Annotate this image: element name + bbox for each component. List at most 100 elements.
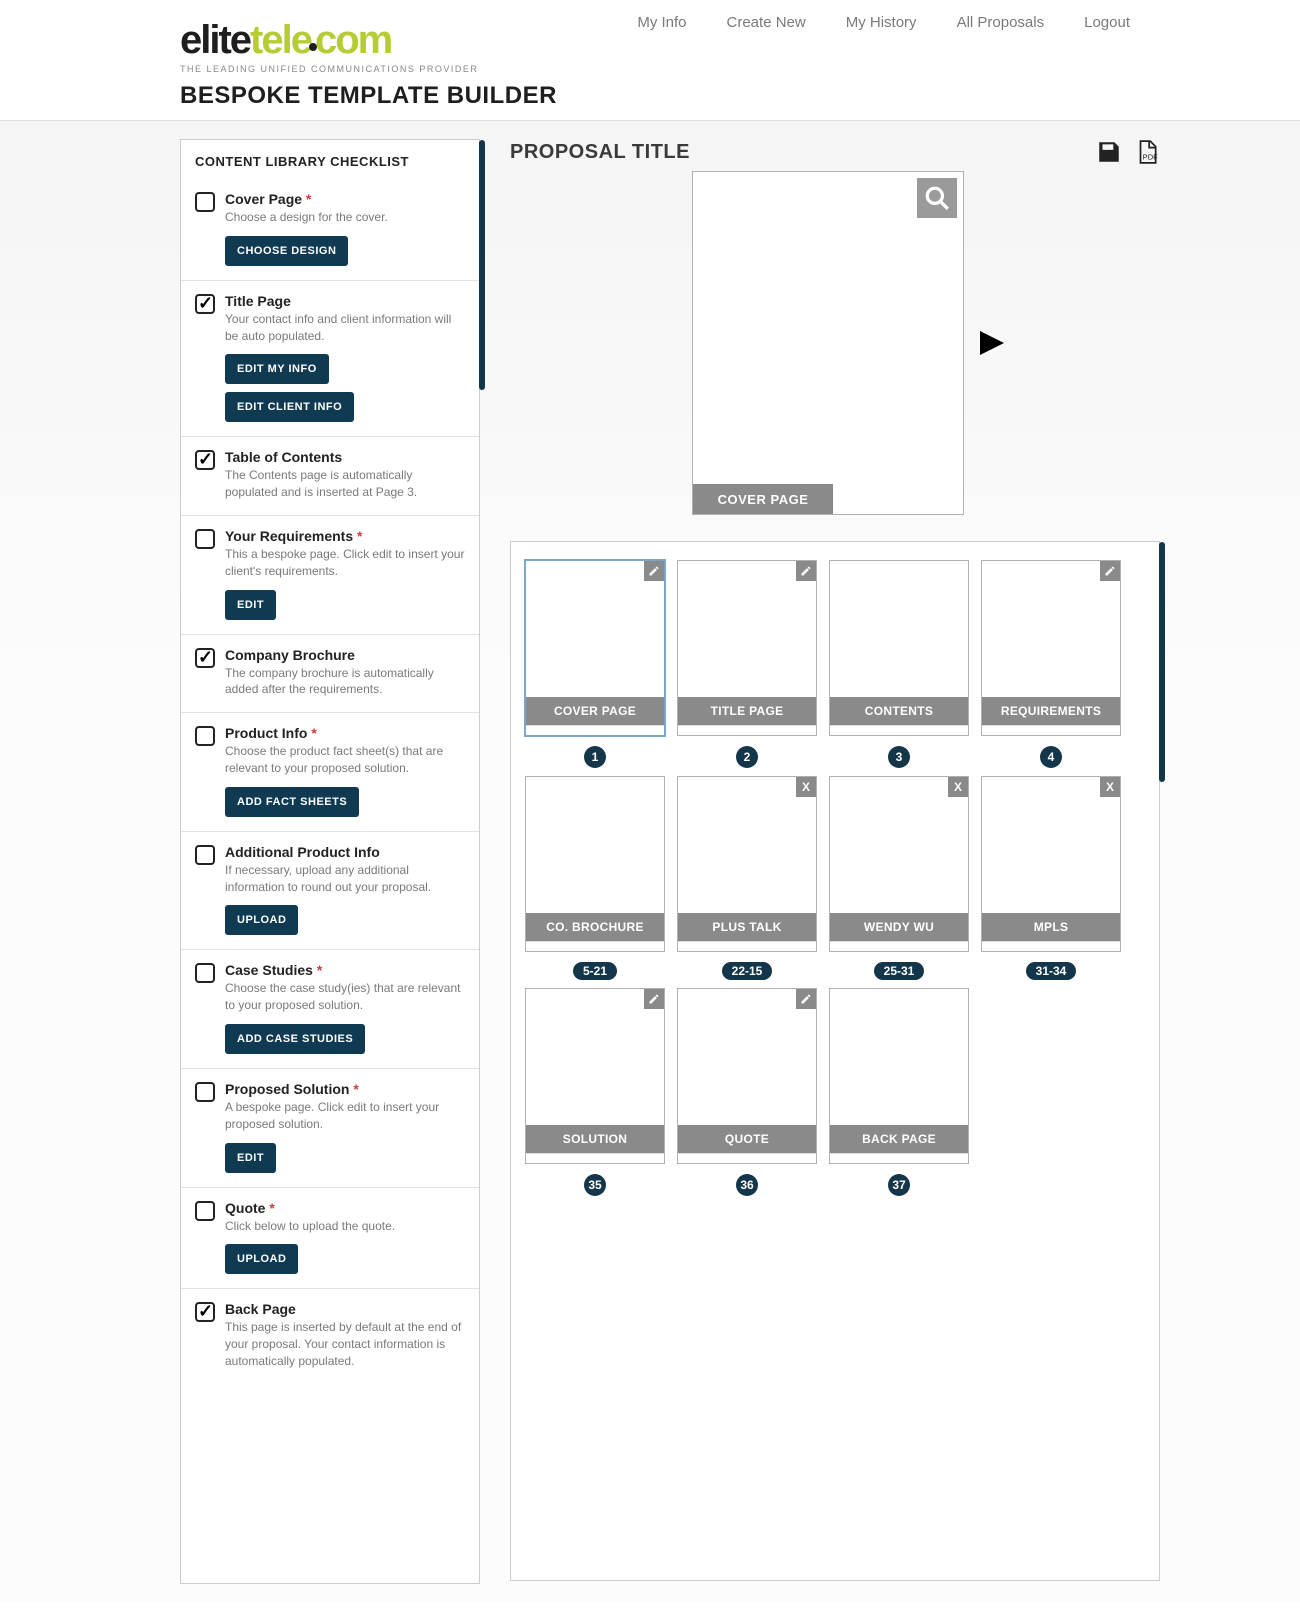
page-card-label: WENDY WU bbox=[830, 913, 968, 941]
pdf-icon[interactable]: PDF bbox=[1134, 139, 1160, 165]
next-arrow-icon[interactable] bbox=[980, 331, 1004, 355]
edit-button[interactable]: EDIT bbox=[225, 590, 276, 620]
nav-my-history[interactable]: My History bbox=[846, 14, 917, 31]
page-number-badge: 5-21 bbox=[573, 962, 617, 980]
edit-icon[interactable] bbox=[796, 561, 816, 581]
main-panel: PROPOSAL TITLE PDF COVER PAGE bbox=[510, 139, 1160, 1584]
page-card-label: REQUIREMENTS bbox=[982, 697, 1120, 725]
page-grid: COVER PAGE 1 TITLE PAGE 2 CONTENTS 3 REQUIREME… bbox=[510, 541, 1160, 1581]
checkbox[interactable] bbox=[195, 192, 215, 212]
page-card[interactable]: BACK PAGE bbox=[829, 988, 969, 1164]
checklist-desc: Choose the case study(ies) that are rele… bbox=[225, 980, 465, 1014]
page-number-badge: 1 bbox=[584, 746, 606, 768]
edit-client-info-button[interactable]: EDIT CLIENT INFO bbox=[225, 392, 354, 422]
checklist-title: Cover Page * bbox=[225, 191, 465, 207]
checklist-desc: This a bespoke page. Click edit to inser… bbox=[225, 546, 465, 580]
page-card[interactable]: X PLUS TALK bbox=[677, 776, 817, 952]
checkbox[interactable] bbox=[195, 529, 215, 549]
checklist-title: Table of Contents bbox=[225, 449, 465, 465]
checklist-desc: This page is inserted by default at the … bbox=[225, 1319, 465, 1369]
top-nav: My Info Create New My History All Proposals… bbox=[637, 14, 1130, 31]
page-card[interactable]: CONTENTS bbox=[829, 560, 969, 736]
page-number-badge: 2 bbox=[736, 746, 758, 768]
page-number-badge: 31-34 bbox=[1026, 962, 1077, 980]
close-icon[interactable]: X bbox=[796, 777, 816, 797]
page-number-badge: 3 bbox=[888, 746, 910, 768]
page-card[interactable]: TITLE PAGE bbox=[677, 560, 817, 736]
topbar: elitetelecom THE LEADING UNIFIED COMMUNI… bbox=[0, 0, 1300, 110]
close-icon[interactable]: X bbox=[948, 777, 968, 797]
checklist-title: Title Page bbox=[225, 293, 465, 309]
checklist-title: Quote * bbox=[225, 1200, 465, 1216]
page-number-badge: 37 bbox=[888, 1174, 910, 1196]
checklist-desc: The company brochure is automatically ad… bbox=[225, 665, 465, 699]
checkbox[interactable] bbox=[195, 450, 215, 470]
checklist-desc: Choose a design for the cover. bbox=[225, 209, 465, 226]
checklist-item: Cover Page * Choose a design for the cove… bbox=[181, 179, 479, 280]
checklist-item: Additional Product InfoIf necessary, upl… bbox=[181, 831, 479, 950]
page-card[interactable]: REQUIREMENTS bbox=[981, 560, 1121, 736]
checklist-desc: Click below to upload the quote. bbox=[225, 1218, 465, 1235]
nav-my-info[interactable]: My Info bbox=[637, 14, 686, 31]
edit-icon[interactable] bbox=[796, 989, 816, 1009]
checklist-desc: Choose the product fact sheet(s) that ar… bbox=[225, 743, 465, 777]
checkbox[interactable] bbox=[195, 648, 215, 668]
checklist-item: Back Page This page is inserted by defaul… bbox=[181, 1288, 479, 1383]
page-subtitle: BESPOKE TEMPLATE BUILDER bbox=[180, 82, 557, 110]
nav-create-new[interactable]: Create New bbox=[727, 14, 806, 31]
edit-icon[interactable] bbox=[1100, 561, 1120, 581]
page-number-badge: 36 bbox=[736, 1174, 758, 1196]
checklist-item: Table of ContentsThe Contents page is au… bbox=[181, 436, 479, 515]
nav-logout[interactable]: Logout bbox=[1084, 14, 1130, 31]
checkbox[interactable] bbox=[195, 963, 215, 983]
page-card[interactable]: QUOTE bbox=[677, 988, 817, 1164]
page-number-badge: 22-15 bbox=[722, 962, 773, 980]
checklist-title: Product Info * bbox=[225, 725, 465, 741]
sidebar-heading: CONTENT LIBRARY CHECKLIST bbox=[181, 140, 479, 179]
edit-button[interactable]: EDIT bbox=[225, 1143, 276, 1173]
checklist-title: Back Page bbox=[225, 1301, 465, 1317]
edit-icon[interactable] bbox=[644, 989, 664, 1009]
page-number-badge: 25-31 bbox=[874, 962, 925, 980]
add-case-studies-button[interactable]: ADD CASE STUDIES bbox=[225, 1024, 365, 1054]
sidebar: CONTENT LIBRARY CHECKLIST Cover Page * Ch… bbox=[180, 139, 480, 1584]
upload-button[interactable]: UPLOAD bbox=[225, 1244, 298, 1274]
checkbox[interactable] bbox=[195, 1302, 215, 1322]
nav-all-proposals[interactable]: All Proposals bbox=[957, 14, 1045, 31]
edit-icon[interactable] bbox=[644, 561, 664, 581]
logo: elitetelecom bbox=[180, 20, 557, 60]
checkbox[interactable] bbox=[195, 845, 215, 865]
save-icon[interactable] bbox=[1096, 139, 1122, 165]
choose-design-button[interactable]: CHOOSE DESIGN bbox=[225, 236, 348, 266]
checkbox[interactable] bbox=[195, 1201, 215, 1221]
page-card-label: TITLE PAGE bbox=[678, 697, 816, 725]
page-card-label: CO. BROCHURE bbox=[526, 913, 664, 941]
page-card[interactable]: COVER PAGE bbox=[525, 560, 665, 736]
checklist-item: Your Requirements *This a bespoke page. … bbox=[181, 515, 479, 634]
close-icon[interactable]: X bbox=[1100, 777, 1120, 797]
edit-my-info-button[interactable]: EDIT MY INFO bbox=[225, 354, 329, 384]
page-card[interactable]: X WENDY WU bbox=[829, 776, 969, 952]
checklist-desc: A bespoke page. Click edit to insert you… bbox=[225, 1099, 465, 1133]
checkbox[interactable] bbox=[195, 294, 215, 314]
page-card[interactable]: SOLUTION bbox=[525, 988, 665, 1164]
proposal-title: PROPOSAL TITLE bbox=[510, 141, 690, 164]
page-card[interactable]: CO. BROCHURE bbox=[525, 776, 665, 952]
upload-button[interactable]: UPLOAD bbox=[225, 905, 298, 935]
grid-scrollbar[interactable] bbox=[1159, 542, 1165, 782]
checkbox[interactable] bbox=[195, 1082, 215, 1102]
zoom-icon[interactable] bbox=[917, 178, 957, 218]
preview-label: COVER PAGE bbox=[693, 484, 833, 514]
checklist-item: Quote * Click below to upload the quote. U… bbox=[181, 1187, 479, 1289]
checklist-item: Title PageYour contact info and client i… bbox=[181, 280, 479, 437]
checkbox[interactable] bbox=[195, 726, 215, 746]
add-fact-sheets-button[interactable]: ADD FACT SHEETS bbox=[225, 787, 359, 817]
brand-tagline: THE LEADING UNIFIED COMMUNICATIONS PROVI… bbox=[180, 64, 557, 74]
checklist-title: Company Brochure bbox=[225, 647, 465, 663]
page-card-label: MPLS bbox=[982, 913, 1120, 941]
sidebar-scrollbar[interactable] bbox=[479, 140, 485, 390]
preview-page[interactable]: COVER PAGE bbox=[692, 171, 964, 515]
page-card[interactable]: X MPLS bbox=[981, 776, 1121, 952]
page-number-badge: 4 bbox=[1040, 746, 1062, 768]
page-card-label: PLUS TALK bbox=[678, 913, 816, 941]
